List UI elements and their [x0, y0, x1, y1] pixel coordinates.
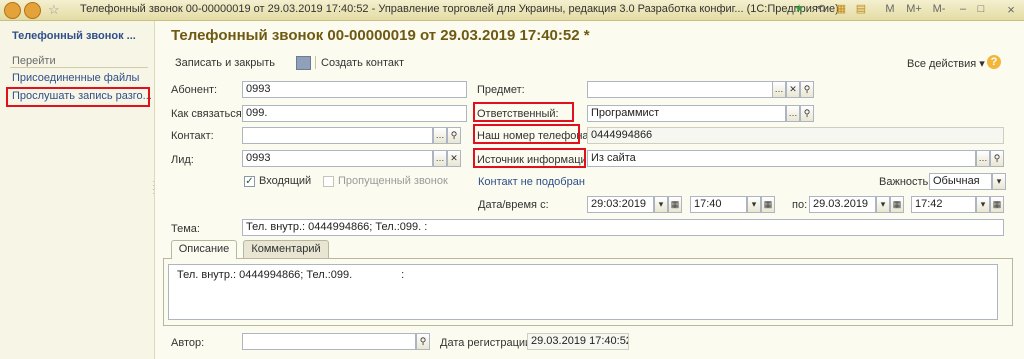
importance-label: Важность: [879, 176, 932, 188]
incoming-label: Входящий [259, 175, 312, 187]
date-to-field[interactable]: 29.03.2019 [809, 196, 876, 213]
reg-date-label: Дата регистрации: [440, 337, 535, 349]
contact-label: Контакт: [171, 130, 214, 142]
date-from-calendar-icon[interactable]: ▦ [668, 196, 682, 213]
save-icon[interactable] [296, 56, 311, 70]
star-icon[interactable]: ☆ [48, 2, 63, 17]
sidebar-divider [10, 67, 148, 68]
menu-dropdown-icon[interactable] [24, 2, 41, 19]
form-area: Телефонный звонок 00-00000019 от 29.03.2… [155, 21, 1024, 359]
responsible-field[interactable]: Программист [587, 105, 786, 122]
author-field[interactable] [242, 333, 416, 350]
sidebar-group-label: Перейти [12, 55, 56, 67]
subject-label: Предмет: [477, 84, 525, 96]
sidebar-title: Телефонный звонок ... [12, 30, 136, 42]
lead-label: Лид: [171, 154, 194, 166]
highlight-box [473, 124, 580, 144]
lead-clear-icon[interactable]: ✕ [447, 150, 461, 167]
description-text: Тел. внутр.: 0444994866; Тел.:099. : [177, 269, 405, 281]
how-contact-label: Как связаться: [171, 108, 245, 120]
date-from-field[interactable]: 29:03:2019 [587, 196, 654, 213]
time-from-calendar-icon[interactable]: ▦ [761, 196, 775, 213]
how-contact-field[interactable]: 099. [242, 105, 467, 122]
all-actions-button[interactable]: Все действия ▾ [907, 57, 985, 70]
our-phone-field[interactable]: 0444994866 [587, 127, 1004, 144]
time-to-field[interactable]: 17:42 [911, 196, 976, 213]
subject-field[interactable] [587, 81, 786, 98]
info-source-field[interactable]: Из сайта [587, 150, 976, 167]
info-source-search-icon[interactable]: ⚲ [990, 150, 1004, 167]
window-title: Телефонный звонок 00-00000019 от 29.03.2… [80, 3, 839, 15]
m-minus-button[interactable]: M- [930, 2, 948, 17]
missed-call-checkbox[interactable] [323, 176, 334, 187]
info-source-select-button[interactable]: … [976, 150, 990, 167]
responsible-select-button[interactable]: … [786, 105, 800, 122]
time-to-dropdown-icon[interactable]: ▾ [976, 196, 990, 213]
minimize-icon[interactable]: – [956, 2, 970, 17]
responsible-search-icon[interactable]: ⚲ [800, 105, 814, 122]
contact-select-button[interactable]: … [433, 127, 447, 144]
lead-field[interactable]: 0993 [242, 150, 433, 167]
tab-comment[interactable]: Комментарий [243, 240, 329, 258]
calendar-icon[interactable]: ▦ [834, 2, 848, 17]
importance-dropdown-icon[interactable]: ▾ [992, 173, 1006, 190]
app-logo-icon[interactable] [4, 2, 21, 19]
m-button[interactable]: M [882, 2, 898, 17]
m-plus-button[interactable]: M+ [904, 2, 924, 17]
history-icon[interactable]: ⟲ [814, 2, 828, 17]
incoming-checkbox[interactable]: ✓ [244, 176, 255, 187]
date-to-calendar-icon[interactable]: ▦ [890, 196, 904, 213]
highlight-box [473, 102, 574, 122]
description-textarea[interactable]: Тел. внутр.: 0444994866; Тел.:099. : [168, 264, 998, 320]
topic-label: Тема: [171, 223, 200, 235]
subject-select-button[interactable]: … [772, 81, 786, 98]
lead-select-button[interactable]: … [433, 150, 447, 167]
document-title: Телефонный звонок 00-00000019 от 29.03.2… [171, 27, 590, 44]
highlight-box [6, 87, 150, 107]
datetime-label: Дата/время с: [478, 199, 549, 211]
abonent-label: Абонент: [171, 84, 218, 96]
author-label: Автор: [171, 337, 205, 349]
abonent-field[interactable]: 0993 [242, 81, 467, 98]
save-close-button[interactable]: Записать и закрыть [175, 57, 275, 69]
author-search-icon[interactable]: ⚲ [416, 333, 430, 350]
missed-call-label: Пропущенный звонок [338, 175, 448, 187]
date-from-dropdown-icon[interactable]: ▾ [654, 196, 668, 213]
highlight-box [473, 148, 586, 168]
favorite-icon[interactable]: ★ [792, 2, 806, 17]
calculator-icon[interactable]: ▤ [854, 2, 868, 17]
create-contact-button[interactable]: Создать контакт [321, 57, 404, 69]
close-window-button[interactable]: × [1004, 2, 1018, 17]
time-from-field[interactable]: 17:40 [690, 196, 747, 213]
time-to-calendar-icon[interactable]: ▦ [990, 196, 1004, 213]
topic-field[interactable]: Тел. внутр.: 0444994866; Тел.:099. : [242, 219, 1004, 236]
subject-clear-icon[interactable]: ✕ [786, 81, 800, 98]
importance-field[interactable]: Обычная [929, 173, 992, 190]
date-to-dropdown-icon[interactable]: ▾ [876, 196, 890, 213]
window-titlebar: ☆ Телефонный звонок 00-00000019 от 29.03… [0, 0, 1024, 21]
help-button[interactable]: ? [987, 55, 1001, 69]
contact-not-found-link[interactable]: Контакт не подобран [478, 176, 585, 188]
reg-date-field[interactable]: 29.03.2019 17:40:52 [527, 333, 629, 350]
navigation-sidebar: Телефонный звонок ... Перейти Присоедине… [0, 21, 155, 359]
tab-description[interactable]: Описание [171, 240, 237, 259]
time-from-dropdown-icon[interactable]: ▾ [747, 196, 761, 213]
toolbar-divider [315, 56, 316, 69]
to-label: по: [792, 199, 808, 211]
sidebar-link-attached-files[interactable]: Присоединенные файлы [12, 72, 139, 84]
contact-search-icon[interactable]: ⚲ [447, 127, 461, 144]
restore-icon[interactable]: □ [974, 2, 988, 17]
contact-field[interactable] [242, 127, 433, 144]
subject-search-icon[interactable]: ⚲ [800, 81, 814, 98]
